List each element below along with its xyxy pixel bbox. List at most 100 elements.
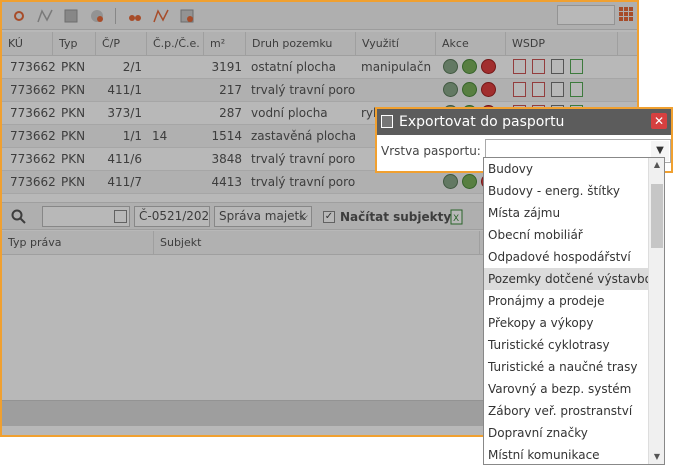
col-cpce[interactable]: Č.p./Č.e. — [147, 32, 204, 56]
cell-ku: 773662 — [10, 60, 56, 74]
document-number-input[interactable]: Č-0521/2020 — [134, 206, 210, 227]
layer-option[interactable]: Místní komunikace — [484, 444, 649, 464]
box-select-icon[interactable] — [178, 7, 196, 25]
add-icon[interactable] — [462, 59, 477, 74]
sheet-icon[interactable] — [551, 59, 564, 74]
export-icon[interactable] — [570, 59, 583, 74]
detail-icon[interactable] — [443, 59, 458, 74]
cell-ku: 773662 — [10, 83, 56, 97]
polygon-tool-icon[interactable] — [62, 7, 80, 25]
layer-option[interactable]: Budovy — [484, 158, 649, 180]
load-subjects-label: Načítat subjekty — [340, 210, 452, 224]
layer-option[interactable]: Odpadové hospodářství — [484, 246, 649, 268]
layer-option[interactable]: Budovy - energ. štítky — [484, 180, 649, 202]
search-icon[interactable] — [10, 208, 28, 226]
wsdp-doc-icon[interactable] — [513, 59, 526, 74]
cell-cpce: 14 — [152, 129, 168, 143]
management-select-value: Správa majetk — [219, 209, 307, 223]
table-row[interactable]: 773662 PKN 411/1 217 trvalý travní poros… — [2, 79, 637, 102]
cell-cp: 2/1 — [122, 60, 142, 74]
cell-ku: 773662 — [10, 106, 56, 120]
area-select-icon[interactable] — [152, 7, 170, 25]
pdf-icon[interactable] — [532, 59, 545, 74]
cell-druh: zastavěná plocha — [251, 129, 355, 143]
remove-icon[interactable] — [481, 82, 496, 97]
cell-druh: vodní plocha — [251, 106, 328, 120]
toolbar-separator — [115, 8, 116, 24]
select-tool-icon[interactable] — [10, 7, 28, 25]
cell-cp: 411/7 — [107, 175, 142, 189]
cell-vyuziti — [361, 79, 433, 102]
layer-option[interactable]: Turistické cyklotrasy — [484, 334, 649, 356]
wsdp-doc-icon[interactable] — [513, 82, 526, 97]
cell-druh: ostatní plocha — [251, 60, 336, 74]
scroll-down-icon[interactable]: ▼ — [649, 450, 664, 464]
toolbar-search-input[interactable] — [557, 5, 615, 25]
cell-vyuziti: manipulačn — [361, 60, 432, 74]
cell-m2: 1514 — [211, 129, 242, 143]
dropdown-scrollbar[interactable]: ▲ ▼ — [648, 158, 664, 464]
col-typ-prava[interactable]: Typ práva — [2, 231, 154, 255]
cell-ku: 773662 — [10, 129, 56, 143]
cell-cp: 411/1 — [107, 83, 142, 97]
cell-druh: trvalý travní porost — [251, 175, 355, 189]
detail-icon[interactable] — [443, 82, 458, 97]
cell-typ: PKN — [61, 175, 86, 189]
detail-icon[interactable] — [443, 174, 458, 189]
point-select-icon[interactable] — [126, 7, 144, 25]
layer-option[interactable]: Varovný a bezp. systém — [484, 378, 649, 400]
layer-option[interactable]: Místa zájmu — [484, 202, 649, 224]
cell-druh: trvalý travní porost — [251, 83, 355, 97]
table-row[interactable]: 773662 PKN 2/1 3191 ostatní plocha manip… — [2, 56, 637, 79]
layer-option[interactable]: Zábory veř. prostranství — [484, 400, 649, 422]
scroll-up-icon[interactable]: ▲ — [649, 158, 664, 172]
sheet-icon[interactable] — [551, 82, 564, 97]
col-vyuziti[interactable]: Využití — [356, 32, 436, 56]
export-icon[interactable] — [570, 82, 583, 97]
layer-option[interactable]: Pronájmy a prodeje — [484, 290, 649, 312]
scrollbar-thumb[interactable] — [651, 184, 663, 248]
line-tool-icon[interactable] — [36, 7, 54, 25]
col-typ[interactable]: Typ — [53, 32, 96, 56]
parcels-table-header: KÚ Typ Č/P Č.p./Č.e. m² Druh pozemku Vyu… — [2, 32, 637, 56]
load-subjects-checkbox[interactable]: ✓ — [323, 211, 335, 223]
add-icon[interactable] — [462, 174, 477, 189]
cell-typ: PKN — [61, 106, 86, 120]
management-select[interactable]: Správa majetk ⌵ — [214, 206, 312, 227]
pdf-icon[interactable] — [532, 82, 545, 97]
cell-typ: PKN — [61, 129, 86, 143]
layer-option[interactable]: Dopravní značky — [484, 422, 649, 444]
cell-m2: 287 — [219, 106, 242, 120]
add-icon[interactable] — [462, 82, 477, 97]
col-akce[interactable]: Akce — [436, 32, 506, 56]
cell-ku: 773662 — [10, 152, 56, 166]
layer-option[interactable]: Překopy a výkopy — [484, 312, 649, 334]
grid-menu-icon[interactable] — [619, 7, 633, 21]
layer-dropdown-list[interactable]: Budovy Budovy - energ. štítky Místa zájm… — [483, 157, 665, 465]
cell-m2: 3848 — [211, 152, 242, 166]
layer-label: Vrstva pasportu: — [381, 144, 481, 158]
calendar-icon[interactable] — [114, 210, 127, 223]
col-cp[interactable]: Č/P — [96, 32, 147, 56]
cell-vyuziti — [361, 171, 433, 194]
layer-option[interactable]: Turistické a naučné trasy — [484, 356, 649, 378]
cell-typ: PKN — [61, 152, 86, 166]
chevron-down-icon: ⌵ — [298, 209, 308, 223]
dialog-title: Exportovat do pasportu — [399, 114, 565, 130]
clear-tool-icon[interactable] — [88, 7, 106, 25]
col-ku[interactable]: KÚ — [2, 32, 53, 56]
export-excel-icon[interactable]: X — [448, 208, 466, 226]
cell-cp: 373/1 — [107, 106, 142, 120]
col-m2[interactable]: m² — [204, 32, 246, 56]
date-input[interactable] — [42, 206, 130, 227]
col-druh[interactable]: Druh pozemku — [246, 32, 356, 56]
close-button[interactable]: ✕ — [651, 113, 667, 129]
svg-text:X: X — [453, 214, 459, 224]
remove-icon[interactable] — [481, 59, 496, 74]
layer-option[interactable]: Obecní mobiliář — [484, 224, 649, 246]
col-wsdp[interactable]: WSDP — [506, 32, 618, 56]
layer-option-highlighted[interactable]: Pozemky dotčené výstavbou — [484, 268, 660, 290]
col-subjekt[interactable]: Subjekt — [154, 231, 480, 255]
cell-cp: 411/6 — [107, 152, 142, 166]
cell-ku: 773662 — [10, 175, 56, 189]
